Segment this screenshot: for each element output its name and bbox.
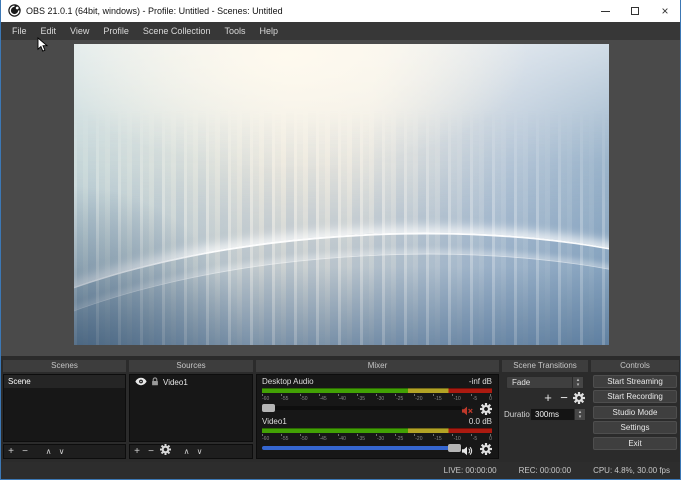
mixer-panel: Desktop Audio -inf dB -60-55-50-45-40-35…	[256, 374, 499, 459]
mixer-gear-icon[interactable]	[480, 442, 492, 460]
maximize-icon	[631, 7, 639, 15]
mixer-channel-name: Video1	[262, 417, 287, 427]
volume-slider-row	[262, 442, 492, 454]
volume-slider-fill	[262, 446, 450, 450]
add-scene-button[interactable]: +	[4, 445, 18, 458]
exit-button[interactable]: Exit	[593, 437, 677, 450]
close-button[interactable]: ×	[650, 0, 680, 22]
move-source-up-button[interactable]: ∧	[180, 445, 193, 458]
window-title: OBS 21.0.1 (64bit, windows) - Profile: U…	[26, 0, 283, 22]
sources-panel-header[interactable]: Sources	[129, 360, 253, 372]
controls-panel-header[interactable]: Controls	[591, 360, 679, 372]
studio-mode-button[interactable]: Studio Mode	[593, 406, 677, 419]
volume-slider-handle[interactable]	[448, 444, 461, 452]
source-label: Video1	[163, 378, 188, 387]
duration-value: 300ms	[535, 409, 559, 420]
sources-list[interactable]: Video1	[129, 374, 253, 442]
transitions-panel-header[interactable]: Scene Transitions	[502, 360, 588, 372]
sources-toolbar: + − ∧ ∨	[129, 444, 253, 459]
move-scene-down-button[interactable]: ∨	[55, 445, 68, 458]
obs-window: OBS 21.0.1 (64bit, windows) - Profile: U…	[0, 0, 681, 480]
volume-meter	[262, 388, 492, 393]
mixer-channel-name: Desktop Audio	[262, 377, 314, 387]
move-source-down-button[interactable]: ∨	[193, 445, 206, 458]
maximize-button[interactable]	[620, 0, 650, 22]
mixer-panel-header[interactable]: Mixer	[256, 360, 499, 372]
spinbox-spinner-icon[interactable]: ▴▾	[574, 409, 585, 420]
live-time-status: LIVE: 00:00:00	[444, 466, 497, 475]
menu-file[interactable]: File	[5, 22, 34, 40]
volume-slider[interactable]	[262, 446, 462, 450]
add-source-button[interactable]: +	[130, 445, 144, 458]
transition-selected-value: Fade	[512, 377, 530, 388]
mixer-channel-label-row: Desktop Audio -inf dB	[262, 377, 492, 387]
move-scene-up-button[interactable]: ∧	[42, 445, 55, 458]
close-icon: ×	[661, 5, 668, 17]
scenes-list[interactable]: Scene	[3, 374, 126, 442]
speaker-icon[interactable]	[462, 443, 474, 461]
video-preview[interactable]	[74, 44, 609, 345]
remove-scene-button[interactable]: −	[18, 445, 32, 458]
scenes-toolbar: + − ∧ ∨	[3, 444, 126, 459]
settings-button[interactable]: Settings	[593, 421, 677, 434]
rec-time-status: REC: 00:00:00	[519, 466, 571, 475]
remove-source-button[interactable]: −	[144, 445, 158, 458]
eye-icon[interactable]	[135, 377, 147, 388]
start-recording-button[interactable]: Start Recording	[593, 390, 677, 403]
volume-slider-handle[interactable]	[262, 404, 275, 412]
combo-spinner-icon[interactable]: ▴▾	[572, 377, 583, 388]
minimize-icon	[601, 11, 610, 12]
menu-view[interactable]: View	[63, 22, 96, 40]
lock-icon[interactable]	[151, 377, 159, 388]
volume-slider[interactable]	[262, 406, 462, 410]
volume-slider-row	[262, 402, 492, 414]
menu-help[interactable]: Help	[252, 22, 285, 40]
duration-spinbox[interactable]: 300ms ▴▾	[530, 408, 586, 421]
statusbar: LIVE: 00:00:00 REC: 00:00:00 CPU: 4.8%, …	[1, 462, 680, 479]
source-properties-gear-icon[interactable]	[158, 444, 172, 459]
scene-list-item[interactable]: Scene	[4, 375, 125, 388]
preview-area[interactable]	[1, 40, 680, 356]
mixer-channel-level: -inf dB	[469, 377, 492, 387]
mixer-channel-level: 0.0 dB	[469, 417, 492, 427]
volume-meter	[262, 428, 492, 433]
meter-scale: -60-55-50-45-40-35-30-25-20-15-10-50	[262, 434, 492, 442]
menubar: File Edit View Profile Scene Collection …	[1, 22, 680, 40]
minimize-button[interactable]	[590, 0, 620, 22]
menu-scene-collection[interactable]: Scene Collection	[136, 22, 218, 40]
titlebar: OBS 21.0.1 (64bit, windows) - Profile: U…	[1, 0, 680, 22]
cpu-fps-status: CPU: 4.8%, 30.00 fps	[593, 466, 670, 475]
source-list-item[interactable]: Video1	[130, 375, 252, 389]
scenes-panel-header[interactable]: Scenes	[3, 360, 126, 372]
remove-transition-button[interactable]: −	[557, 391, 571, 405]
transition-gear-icon[interactable]	[572, 392, 586, 407]
start-streaming-button[interactable]: Start Streaming	[593, 375, 677, 388]
preview-bottom-wave	[74, 44, 609, 345]
meter-scale: -60-55-50-45-40-35-30-25-20-15-10-50	[262, 394, 492, 402]
cursor-icon	[37, 37, 49, 58]
mixer-channel-label-row: Video1 0.0 dB	[262, 417, 492, 427]
menu-tools[interactable]: Tools	[217, 22, 252, 40]
menu-profile[interactable]: Profile	[96, 22, 136, 40]
transition-select[interactable]: Fade ▴▾	[506, 376, 584, 389]
add-transition-button[interactable]: +	[541, 391, 555, 405]
obs-logo-icon	[8, 4, 21, 22]
